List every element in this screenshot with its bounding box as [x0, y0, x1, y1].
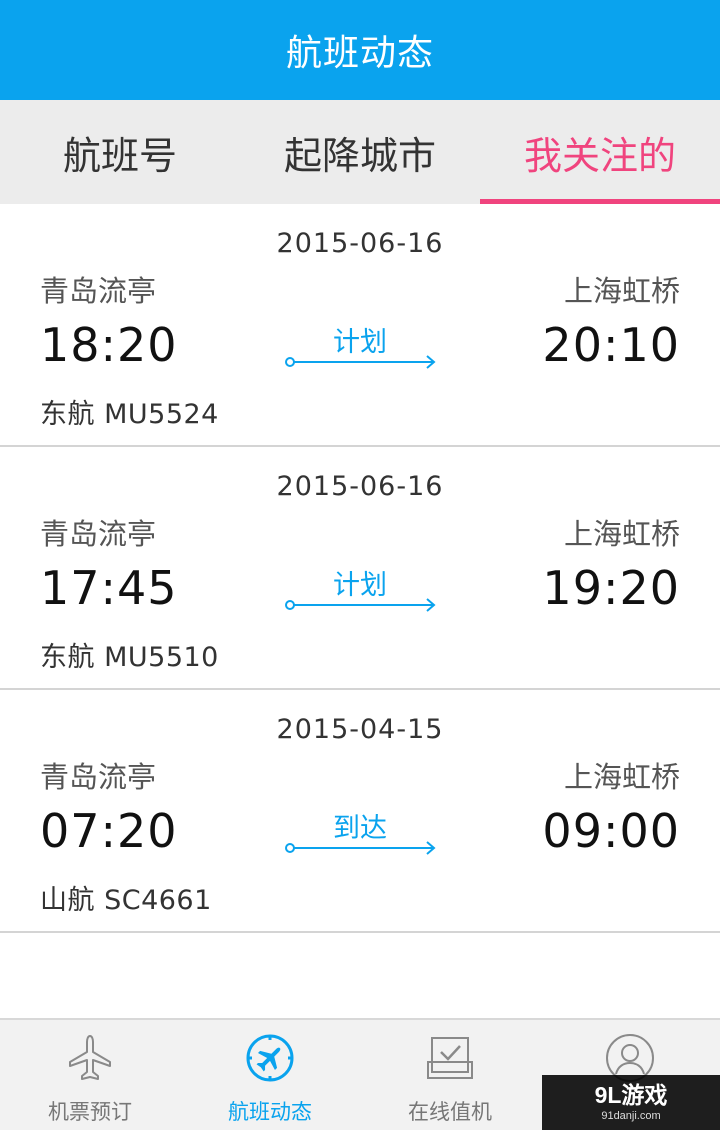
route-arrow-icon — [285, 841, 436, 855]
airline-flight-number: 山航 SC4661 — [40, 885, 212, 916]
departure-city: 青岛流亭 — [40, 760, 157, 794]
watermark-url: 91danji.com — [601, 1109, 661, 1122]
tab-cities[interactable]: 起降城市 — [240, 100, 480, 204]
flight-date: 2015-06-16 — [276, 228, 444, 259]
checkin-icon — [427, 1037, 473, 1079]
nav-ticket-booking[interactable]: 机票预订 — [0, 1020, 180, 1130]
arrival-time: 09:00 — [542, 804, 680, 858]
departure-city: 青岛流亭 — [40, 274, 157, 308]
flight-list: 2015-06-16 青岛流亭 上海虹桥 18:20 计划 20:10 东航 M… — [0, 204, 720, 933]
tab-flight-number[interactable]: 航班号 — [0, 100, 240, 204]
nav-label: 机票预订 — [48, 1100, 132, 1124]
airplane-icon — [69, 1035, 111, 1080]
flight-card[interactable]: 2015-04-15 青岛流亭 上海虹桥 07:20 到达 09:00 山航 S… — [0, 690, 720, 933]
tab-bar: 航班号 起降城市 我关注的 — [0, 100, 720, 204]
tab-followed[interactable]: 我关注的 — [480, 100, 720, 204]
site-watermark: 9L游戏 91danji.com — [542, 1075, 720, 1130]
arrival-time: 20:10 — [542, 318, 680, 372]
flight-card[interactable]: 2015-06-16 青岛流亭 上海虹桥 17:45 计划 19:20 东航 M… — [0, 447, 720, 690]
departure-city: 青岛流亭 — [40, 517, 157, 551]
flight-date: 2015-06-16 — [276, 471, 444, 502]
flight-card[interactable]: 2015-06-16 青岛流亭 上海虹桥 18:20 计划 20:10 东航 M… — [0, 204, 720, 447]
page-title: 航班动态 — [285, 33, 434, 74]
nav-online-checkin[interactable]: 在线值机 — [360, 1020, 540, 1130]
route-arrow-icon — [285, 598, 436, 612]
arrival-city: 上海虹桥 — [563, 517, 680, 551]
compass-plane-icon — [246, 1034, 294, 1082]
nav-label: 航班动态 — [228, 1100, 312, 1124]
arrival-city: 上海虹桥 — [563, 274, 680, 308]
nav-label: 在线值机 — [408, 1100, 492, 1124]
flight-date: 2015-04-15 — [276, 714, 444, 745]
watermark-text: 9L游戏 — [594, 1081, 668, 1108]
route-arrow-icon — [285, 355, 436, 369]
nav-flight-status[interactable]: 航班动态 — [180, 1020, 360, 1130]
app-header: 航班动态 — [0, 0, 720, 100]
airline-flight-number: 东航 MU5510 — [40, 642, 219, 673]
airline-flight-number: 东航 MU5524 — [40, 399, 219, 430]
arrival-city: 上海虹桥 — [563, 760, 680, 794]
arrival-time: 19:20 — [542, 561, 680, 615]
